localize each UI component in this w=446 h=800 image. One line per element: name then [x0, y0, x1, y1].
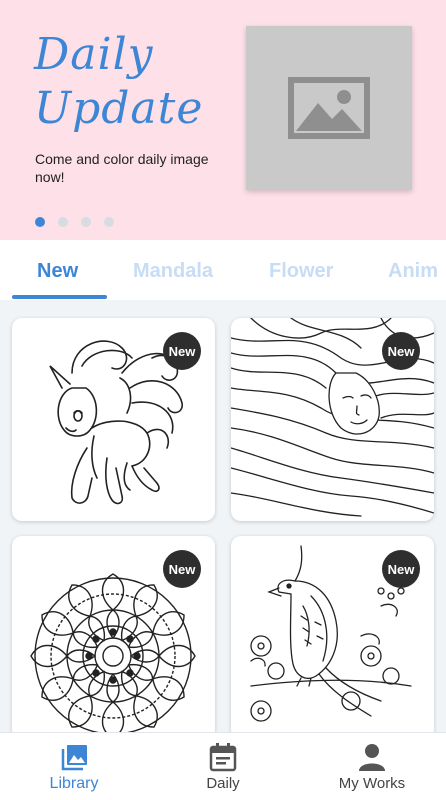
- nav-daily[interactable]: Daily: [149, 733, 297, 800]
- tab-new[interactable]: New: [37, 260, 78, 283]
- new-badge: New: [163, 550, 201, 588]
- tab-mandala[interactable]: Mandala: [133, 260, 213, 283]
- pagination-dot-1[interactable]: [35, 217, 45, 227]
- pagination-dot-3[interactable]: [81, 217, 91, 227]
- banner-image[interactable]: [246, 26, 412, 190]
- card-bird[interactable]: New: [231, 536, 434, 732]
- nav-daily-label: Daily: [206, 775, 240, 792]
- coloring-grid: New New New New: [0, 300, 446, 732]
- daily-update-banner[interactable]: Daily Update Come and color daily image …: [0, 0, 446, 240]
- card-woman-hair[interactable]: New: [231, 318, 434, 521]
- nav-library-label: Library: [49, 775, 99, 792]
- card-mandala[interactable]: New: [12, 536, 215, 732]
- new-badge: New: [382, 332, 420, 370]
- new-badge: New: [163, 332, 201, 370]
- bottom-navigation: Library Daily My Works: [0, 732, 446, 800]
- new-badge: New: [382, 550, 420, 588]
- banner-title-line2: Update: [34, 83, 204, 134]
- tab-animals[interactable]: Anim: [388, 260, 438, 283]
- banner-subtitle: Come and color daily image now!: [35, 151, 209, 185]
- banner-title-line1: Daily: [34, 29, 154, 80]
- tab-indicator: [12, 295, 107, 299]
- nav-my-works-label: My Works: [338, 775, 406, 792]
- pagination-dot-4[interactable]: [104, 217, 114, 227]
- calendar-icon: [209, 743, 237, 772]
- tab-flower[interactable]: Flower: [269, 260, 333, 283]
- image-placeholder-icon: [288, 77, 370, 139]
- banner-title: Daily Update: [34, 28, 234, 136]
- pagination-dot-2[interactable]: [58, 217, 68, 227]
- person-icon: [359, 744, 385, 771]
- nav-library[interactable]: Library: [0, 733, 148, 800]
- category-tabs: New Mandala Flower Anim: [0, 240, 446, 300]
- card-unicorn[interactable]: New: [12, 318, 215, 521]
- library-icon: [61, 745, 87, 771]
- banner-pagination: [35, 217, 114, 227]
- nav-my-works[interactable]: My Works: [298, 733, 446, 800]
